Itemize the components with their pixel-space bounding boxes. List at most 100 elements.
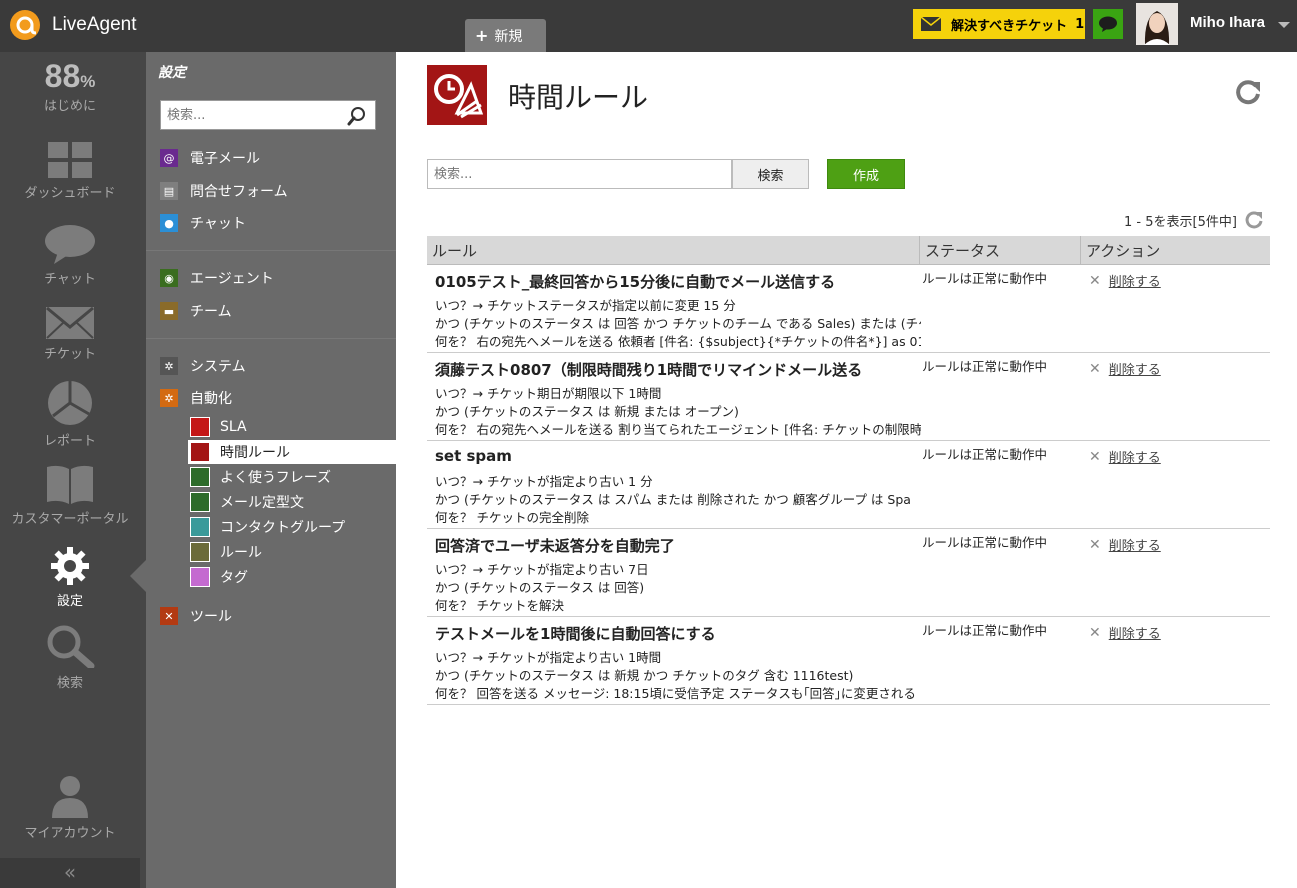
nav-getting-started[interactable]: 88% はじめに — [0, 58, 140, 114]
tools-icon: ✕ — [160, 607, 178, 625]
rule-name[interactable]: テストメールを1時間後に自動回答にする — [435, 623, 716, 644]
sidebar-subitem-sla[interactable]: SLA — [188, 415, 396, 439]
table-row[interactable]: 回答済でユーザ未返答分を自動完了 いつ？→ チケットが指定より古い 7日 かつ … — [427, 529, 1270, 617]
sidebar-subitem-rules[interactable]: ルール — [188, 540, 396, 564]
chat-bubble-icon — [1099, 16, 1117, 32]
delete-action[interactable]: ✕ 削除する — [1089, 535, 1161, 555]
sidebar-title: 設定 — [158, 65, 186, 81]
nav-label: カスタマーポータル — [11, 512, 129, 527]
list-refresh-icon[interactable] — [1244, 210, 1264, 230]
nav-settings[interactable]: 設定 — [0, 546, 140, 609]
rule-status: ルールは正常に動作中 — [922, 359, 1048, 374]
table-row[interactable]: 0105テスト_最終回答から15分後に自動でメール送信する いつ？→ チケットス… — [427, 265, 1270, 353]
delete-link[interactable]: 削除する — [1109, 271, 1161, 290]
sidebar-item-label: ルール — [220, 545, 262, 561]
rule-condition: かつ (チケットのステータス は 新規 かつ チケットのタグ 含む 1116te… — [435, 668, 854, 683]
rule-name[interactable]: 須藤テスト0807（制限時間残り1時間でリマインドメール送る — [435, 359, 862, 380]
sidebar-item-system[interactable]: ✲ システム — [160, 356, 246, 376]
collapse-nav-button[interactable]: « — [0, 858, 140, 888]
sidebar-subitem-time-rules[interactable]: 時間ルール — [188, 440, 396, 464]
logo-icon — [10, 10, 40, 40]
nav-search[interactable]: 検索 — [0, 624, 140, 691]
sidebar-subitem-contact-groups[interactable]: コンタクトグループ — [188, 515, 396, 539]
rule-action: 何を？ チケットを解決 — [435, 598, 564, 613]
nav-label: チャット — [44, 272, 96, 287]
nav-customer-portal[interactable]: カスタマーポータル — [0, 464, 140, 527]
rule-name[interactable]: 0105テスト_最終回答から15分後に自動でメール送信する — [435, 271, 835, 292]
sidebar-item-label: メール定型文 — [220, 495, 304, 511]
rule-name[interactable]: 回答済でユーザ未返答分を自動完了 — [435, 535, 675, 556]
rule-condition: かつ (チケットのステータス は スパム または 削除された かつ 顧客グループ… — [435, 492, 911, 507]
sidebar-subitem-canned-phrases[interactable]: よく使うフレーズ — [188, 465, 396, 489]
nav-tickets[interactable]: チケット — [0, 307, 140, 362]
sidebar-item-chat[interactable]: ● チャット — [160, 213, 246, 233]
search-icon[interactable] — [347, 106, 367, 126]
rule-action: 何を？ 右の宛先へメールを送る 割り当てられたエージェント [件名: チケットの… — [435, 422, 921, 437]
rule-action: 何を？ チケットの完全削除 — [435, 510, 589, 525]
delete-link[interactable]: 削除する — [1109, 535, 1161, 554]
rule-status: ルールは正常に動作中 — [922, 271, 1048, 286]
user-avatar[interactable] — [1136, 3, 1178, 45]
sidebar-item-automation[interactable]: ✲ 自動化 — [160, 388, 232, 408]
sidebar-item-agents[interactable]: ◉ エージェント — [160, 268, 274, 288]
sidebar-item-email[interactable]: @ 電子メール — [160, 148, 260, 168]
delete-action[interactable]: ✕ 削除する — [1089, 623, 1161, 643]
sidebar-item-label: タグ — [220, 570, 248, 586]
rules-search-input[interactable] — [428, 160, 731, 188]
liveagent-logo[interactable]: LiveAgent — [8, 8, 137, 42]
nav-reports[interactable]: レポート — [0, 380, 140, 449]
search-button[interactable]: 検索 — [732, 159, 809, 189]
delete-action[interactable]: ✕ 削除する — [1089, 359, 1161, 379]
refresh-icon[interactable] — [1234, 78, 1262, 106]
sidebar-item-label: チーム — [190, 304, 232, 320]
top-bar: LiveAgent + 新規 解決すべきチケット 1 Miho Ihara — [0, 0, 1297, 52]
sidebar-subitem-email-templates[interactable]: メール定型文 — [188, 490, 396, 514]
user-name[interactable]: Miho Ihara — [1190, 14, 1265, 31]
delete-link[interactable]: 削除する — [1109, 447, 1161, 466]
table-row[interactable]: テストメールを1時間後に自動回答にする いつ？→ チケットが指定より古い 1時間… — [427, 617, 1270, 705]
rule-name[interactable]: set spam — [435, 447, 512, 465]
search-icon — [47, 625, 95, 668]
rule-condition: かつ (チケットのステータス は 回答) — [435, 580, 645, 595]
sidebar-item-contact-form[interactable]: ▤ 問合せフォーム — [160, 181, 288, 201]
column-header-action: アクション — [1086, 242, 1161, 260]
nav-my-account[interactable]: マイアカウント — [0, 774, 140, 841]
create-button[interactable]: 作成 — [827, 159, 905, 189]
rule-action: 何を？ 右の宛先へメールを送る 依頼者 [件名: {$subject}{*チケッ… — [435, 334, 921, 349]
sidebar-subitem-tags[interactable]: タグ — [188, 565, 396, 589]
sidebar-item-label: 自動化 — [190, 391, 232, 407]
nav-label: 設定 — [56, 594, 83, 609]
delete-link[interactable]: 削除する — [1109, 623, 1161, 642]
table-row[interactable]: 須藤テスト0807（制限時間残り1時間でリマインドメール送る いつ？→ チケット… — [427, 353, 1270, 441]
pagination-info: 1 - 5を表示[5件中] — [1124, 215, 1237, 230]
tag-icon — [190, 567, 210, 587]
new-tab-button[interactable]: + 新規 — [465, 19, 546, 52]
sidebar-item-label: 問合せフォーム — [190, 184, 288, 200]
sidebar-item-teams[interactable]: ▬ チーム — [160, 301, 232, 321]
table-row[interactable]: set spam いつ？→ チケットが指定より古い 1 分 かつ (チケットのス… — [427, 441, 1270, 529]
nav-label: 検索 — [56, 676, 83, 691]
column-header-rule[interactable]: ルール — [427, 236, 920, 264]
nav-dashboard[interactable]: ダッシュボード — [0, 142, 140, 201]
user-menu-caret-icon[interactable] — [1278, 22, 1290, 28]
book-icon — [47, 465, 93, 504]
rule-status: ルールは正常に動作中 — [922, 535, 1048, 550]
rules-search — [427, 159, 732, 189]
divider — [146, 250, 396, 251]
contact-groups-icon — [190, 517, 210, 537]
column-header-status[interactable]: ステータス — [920, 236, 1081, 264]
delete-link[interactable]: 削除する — [1109, 359, 1161, 378]
avatar-icon — [1136, 3, 1178, 45]
sidebar-item-tools[interactable]: ✕ ツール — [160, 606, 232, 626]
delete-action[interactable]: ✕ 削除する — [1089, 447, 1161, 467]
delete-action[interactable]: ✕ 削除する — [1089, 271, 1161, 291]
system-gear-icon: ✲ — [160, 357, 178, 375]
chat-button[interactable] — [1093, 9, 1123, 39]
nav-chat[interactable]: チャット — [0, 224, 140, 287]
tickets-to-resolve-button[interactable]: 解決すべきチケット 1 — [913, 9, 1085, 39]
chat-icon: ● — [160, 214, 178, 232]
time-rules-header-icon — [427, 65, 487, 125]
sidebar-search-input[interactable] — [161, 101, 341, 129]
nav-label: チケット — [43, 347, 96, 362]
envelope-icon — [46, 307, 94, 339]
